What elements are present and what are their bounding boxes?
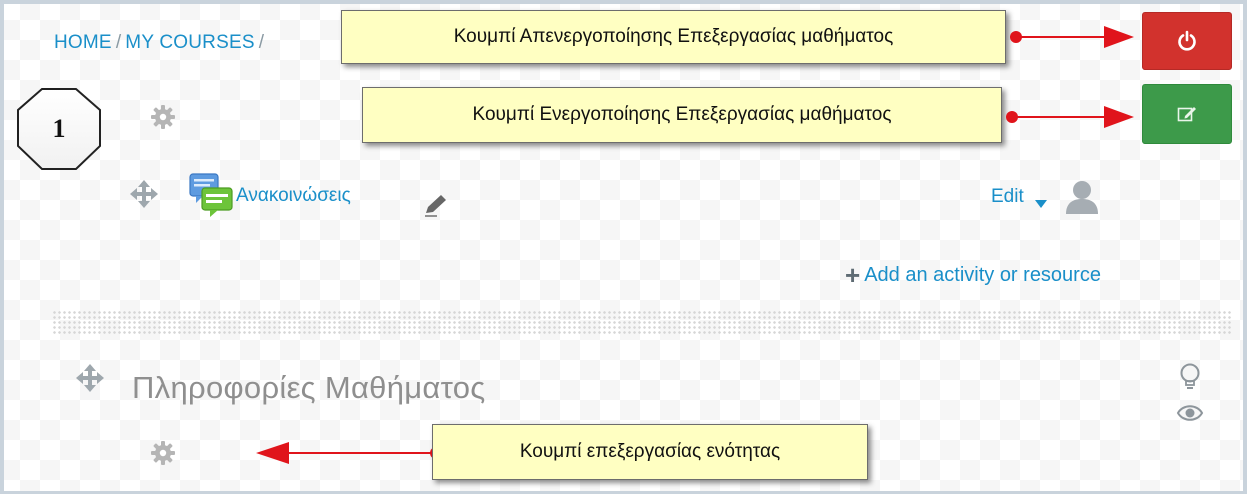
caret-down-icon[interactable] — [1034, 196, 1048, 214]
section-divider — [52, 310, 1232, 334]
callout-edit-section: Κουμπί επεξεργασίας ενότητας — [432, 424, 868, 480]
lightbulb-icon[interactable] — [1178, 362, 1202, 397]
section-settings-gear-icon[interactable] — [150, 440, 176, 471]
add-activity-label: Add an activity or resource — [864, 263, 1101, 286]
annotation-arrows — [256, 26, 1134, 464]
section-title: Πληροφορίες Μαθήματος — [132, 370, 486, 405]
forum-icon — [188, 172, 234, 223]
user-icon[interactable] — [1064, 180, 1100, 219]
eye-icon[interactable] — [1176, 402, 1204, 429]
edit-dropdown[interactable]: Edit — [991, 186, 1024, 208]
edit-dropdown-label: Edit — [991, 186, 1024, 207]
activity-link-announcements[interactable]: Ανακοινώσεις — [236, 185, 351, 207]
add-activity-link[interactable]: + Add an activity or resource — [845, 262, 1101, 288]
move-icon[interactable] — [76, 364, 104, 397]
pencil-icon[interactable] — [423, 193, 449, 222]
move-icon[interactable] — [130, 180, 158, 213]
plus-icon: + — [845, 260, 861, 290]
